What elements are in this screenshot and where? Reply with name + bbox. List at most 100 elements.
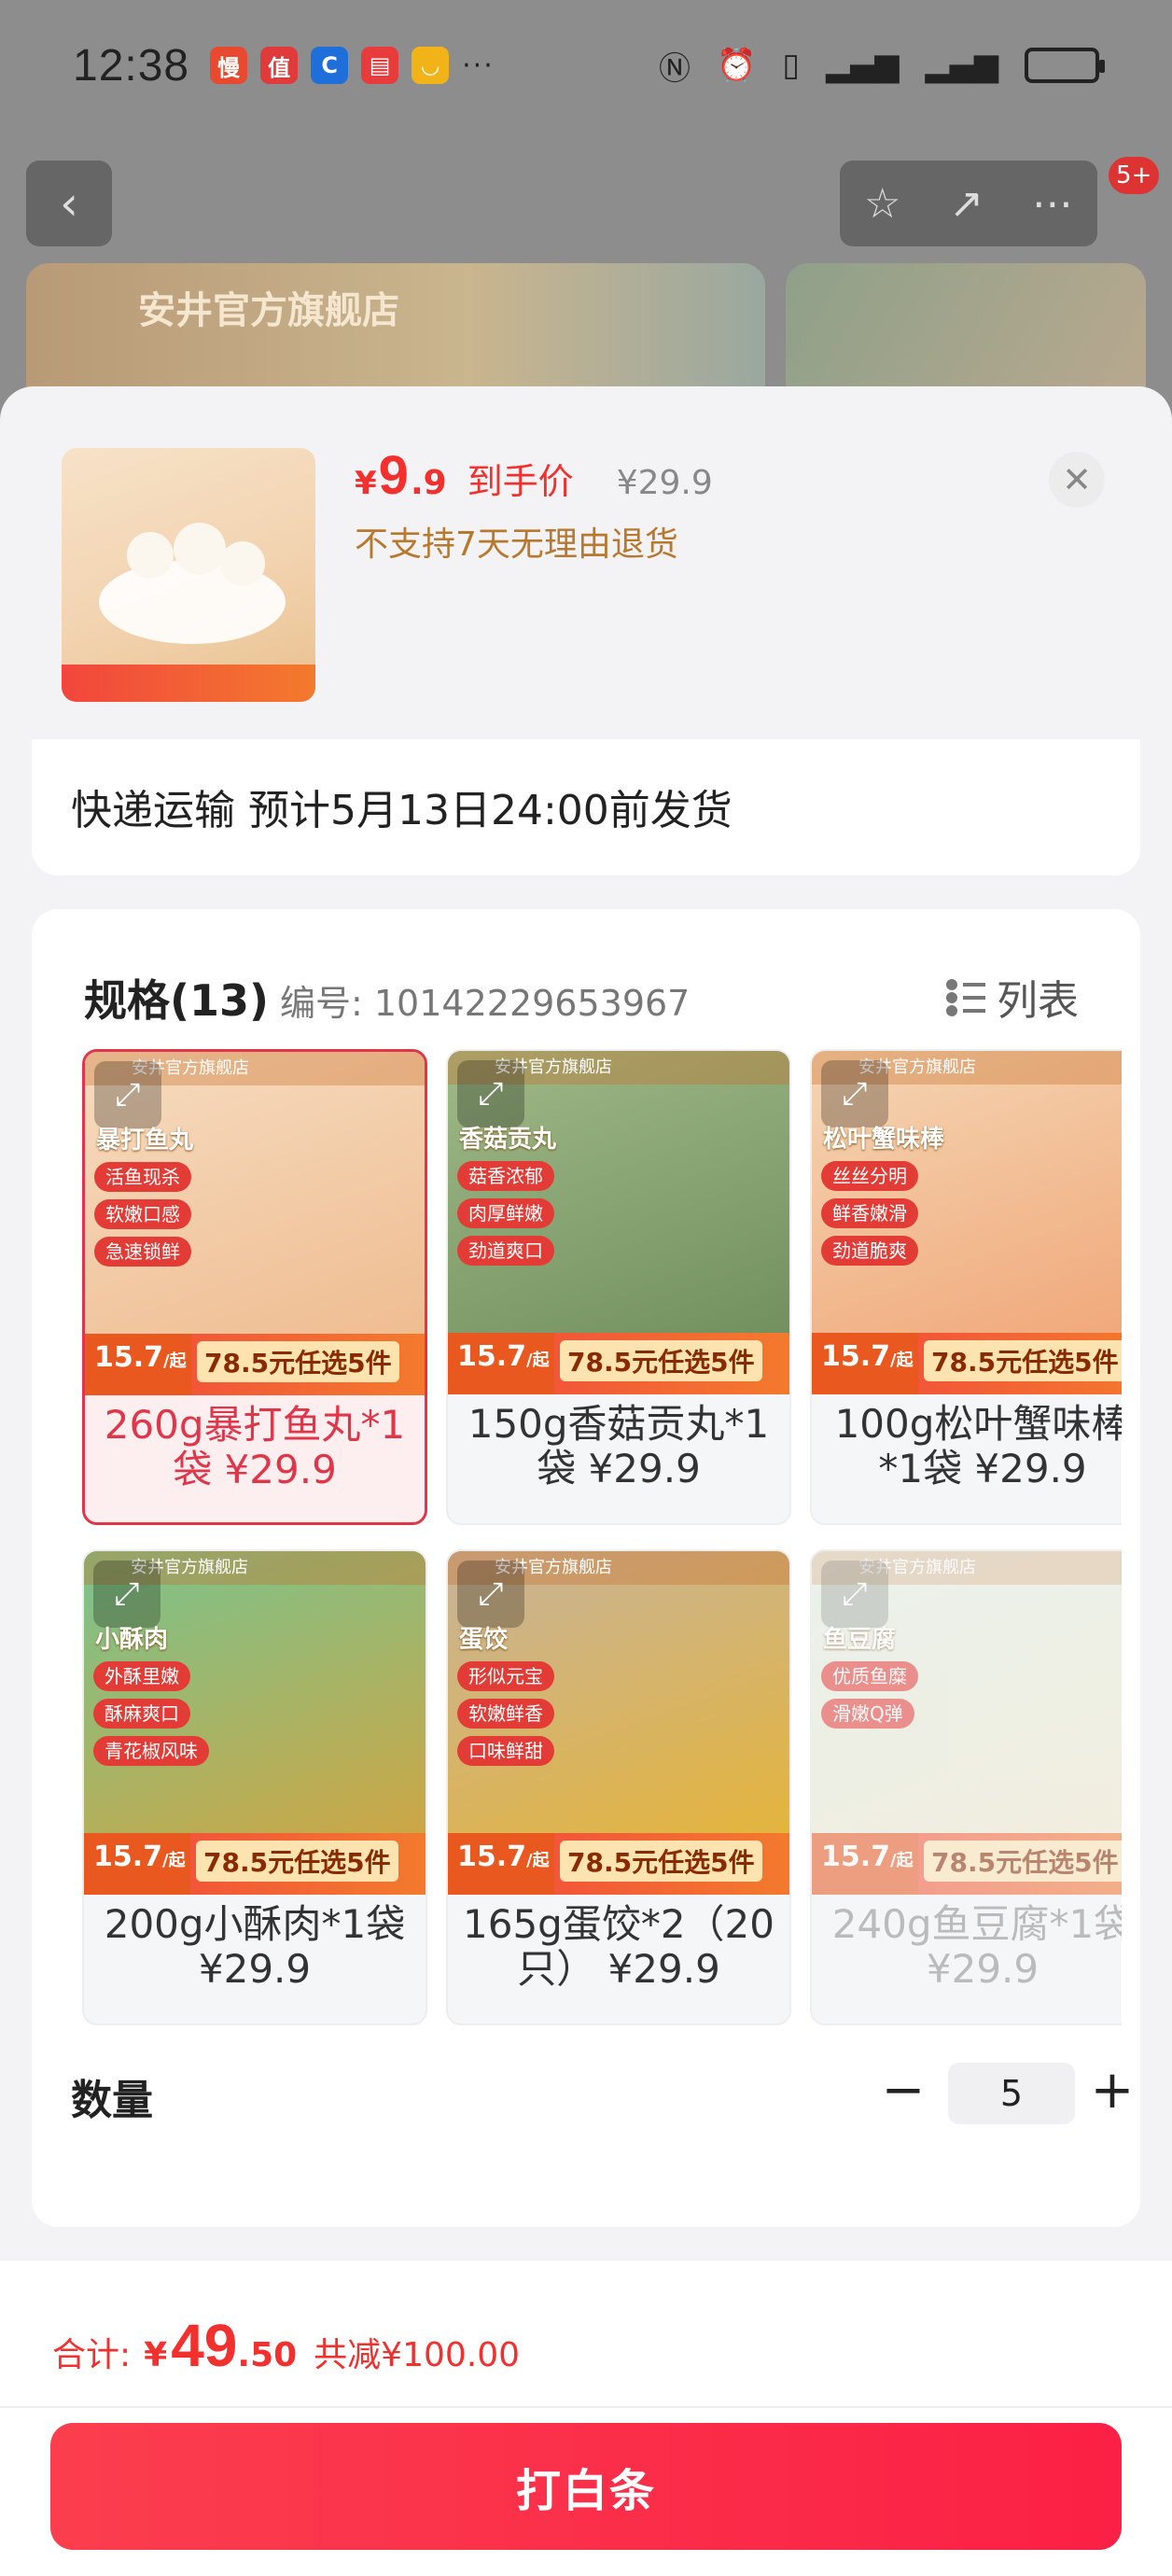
expand-icon[interactable]: ⤢ (94, 1061, 161, 1128)
total-integer: 49 (171, 2312, 238, 2379)
close-button[interactable]: ✕ (1049, 452, 1105, 508)
decrease-button[interactable]: − (875, 2057, 931, 2122)
expand-icon[interactable]: ⤢ (821, 1561, 888, 1628)
chevron-left-icon: ‹ (60, 176, 78, 231)
increase-button[interactable]: + (1084, 2057, 1140, 2122)
spec-tile-label: 260g暴打鱼丸*1袋 ¥29.9 (104, 1402, 406, 1492)
total-decimal: .50 (237, 2336, 298, 2374)
feature-badge: 劲道爽口 (457, 1236, 554, 1266)
app-icon-c: C (311, 47, 349, 84)
promo-bar: 15.7/起 78.5元任选5件 (448, 1333, 789, 1394)
promo-price-unit: /起 (526, 1351, 550, 1370)
product-code: 编号: 10142229653967 (280, 983, 691, 1024)
spec-tile[interactable]: 安井官方旗舰店 ⤢ 小酥肉 外酥里嫩 酥麻爽口 青花椒风味 15.7/起 78.5元任选5件 2… (82, 1549, 427, 2025)
expand-icon[interactable]: ⤢ (821, 1060, 888, 1127)
feature-badge: 肉厚鲜嫩 (457, 1198, 554, 1228)
feature-badge: 急速锁鲜 (94, 1237, 191, 1267)
price-currency: ¥ (355, 465, 377, 502)
signal-icon: ▂▄▆ (826, 47, 900, 84)
feature-badge: 丝丝分明 (821, 1161, 918, 1191)
product-thumbnail[interactable] (62, 448, 315, 702)
spec-tile-image: 安井官方旗舰店 ⤢ 小酥肉 外酥里嫩 酥麻爽口 青花椒风味 15.7/起 78.5元任选5件 (84, 1551, 426, 1895)
quantity-row: 数量 − 5 + (71, 2057, 1134, 2132)
spec-tile-label: 240g鱼豆腐*1袋 ¥29.9 (831, 1901, 1122, 1992)
spec-tile-label: 165g蛋饺*2（20只） ¥29.9 (463, 1901, 774, 1992)
list-view-label: 列表 (997, 977, 1079, 1025)
promo-text: 78.5元任选5件 (560, 1841, 762, 1882)
price-tag: 到手价 (467, 461, 574, 502)
promo-price-value: 15.7 (94, 1341, 164, 1374)
promo-price-value: 15.7 (821, 1340, 891, 1373)
status-time: 12:38 (73, 40, 190, 91)
total-row: 合计: ¥ 49 .50 共减¥100.00 (52, 2311, 520, 2380)
expand-icon[interactable]: ⤢ (457, 1060, 524, 1127)
quantity-label: 数量 (71, 2077, 153, 2124)
promo-price-value: 15.7 (821, 1841, 891, 1873)
promo-price-unit: /起 (890, 1851, 914, 1870)
expand-icon[interactable]: ⤢ (93, 1561, 160, 1628)
feature-badge: 形似元宝 (457, 1661, 554, 1691)
spec-tile-label: 100g松叶蟹味棒*1袋 ¥29.9 (834, 1401, 1122, 1491)
alarm-icon: ⏰ (717, 47, 757, 84)
app-icon-book: ▤ (361, 47, 399, 84)
return-policy-note: 不支持7天无理由退货 (355, 525, 678, 564)
spec-tile-product-name: 香菇贡丸 (459, 1126, 557, 1154)
sku-selector-sheet: ¥ 9 .9 到手价 ¥29.9 不支持7天无理由退货 ✕ 快递运输 预计5月1… (0, 386, 1172, 2576)
promo-text: 78.5元任选5件 (560, 1340, 762, 1381)
promo-bar: 15.7/起 78.5元任选5件 (812, 1833, 1122, 1895)
more-notifications-icon: ··· (462, 49, 495, 82)
promo-price-unit: /起 (526, 1851, 550, 1870)
spec-tile-image: 安井官方旗舰店 ⤢ 香菇贡丸 菇香浓郁 肉厚鲜嫩 劲道爽口 15.7/起 78.5元任选5件 (448, 1051, 789, 1394)
feature-badge: 外酥里嫩 (93, 1661, 190, 1691)
spec-tile[interactable]: 安井官方旗舰店 ⤢ 鱼豆腐 优质鱼糜 滑嫩Q弹 15.7/起 78.5元任选5件 240g鱼豆… (810, 1549, 1122, 2025)
star-icon[interactable]: ☆ (864, 180, 900, 228)
list-view-toggle[interactable]: 列表 (946, 967, 1079, 1027)
nfc-icon: Ⓝ (659, 49, 691, 88)
feature-badge: 鲜香嫩滑 (821, 1198, 918, 1228)
feature-badge: 滑嫩Q弹 (821, 1699, 914, 1729)
spec-card: 规格(13) 编号: 10142229653967 列表 安井官方旗舰店 ⤢ 暴打鱼… (32, 909, 1140, 2227)
promo-price: 15.7/起 (812, 1333, 918, 1394)
feature-badge: 软嫩鲜香 (457, 1699, 554, 1729)
spec-grid: 安井官方旗舰店 ⤢ 暴打鱼丸 活鱼现杀 软嫩口感 急速锁鲜 15.7/起 78.5元任选5件 2… (82, 1049, 1122, 2029)
promo-price: 15.7/起 (85, 1334, 191, 1395)
promo-price: 15.7/起 (84, 1833, 190, 1895)
message-badge: 5+ (1109, 157, 1160, 194)
vibrate-icon: ▯ (782, 47, 801, 84)
promo-bar: 15.7/起 78.5元任选5件 (85, 1334, 425, 1395)
original-price: ¥29.9 (616, 464, 713, 502)
spec-tile-image: 安井官方旗舰店 ⤢ 暴打鱼丸 活鱼现杀 软嫩口感 急速锁鲜 15.7/起 78.5元任选5件 (85, 1052, 425, 1395)
expand-icon[interactable]: ⤢ (457, 1561, 524, 1628)
spec-tile[interactable]: 安井官方旗舰店 ⤢ 蛋饺 形似元宝 软嫩鲜香 口味鲜甜 15.7/起 78.5元任选5件 165… (446, 1549, 791, 2025)
top-actions: ☆ ↗ ⋯ (840, 161, 1097, 246)
back-button[interactable]: ‹ (26, 161, 112, 246)
feature-badge: 酥麻爽口 (93, 1699, 190, 1729)
promo-text: 78.5元任选5件 (924, 1841, 1122, 1882)
pay-button[interactable]: 打白条 (50, 2423, 1122, 2550)
spec-tile-product-name: 暴打鱼丸 (96, 1127, 194, 1155)
promo-text: 78.5元任选5件 (196, 1841, 398, 1882)
quantity-input[interactable]: 5 (948, 2063, 1075, 2124)
spec-tile[interactable]: 安井官方旗舰店 ⤢ 松叶蟹味棒 丝丝分明 鲜香嫩滑 劲道脆爽 15.7/起 78.5元任选5件… (810, 1049, 1122, 1525)
promo-price-value: 15.7 (457, 1841, 527, 1873)
shipping-card: 快递运输 预计5月13日24:00前发货 (32, 739, 1140, 875)
promo-price-value: 15.7 (93, 1841, 163, 1873)
footer-divider (0, 2406, 1172, 2408)
share-icon[interactable]: ↗ (949, 180, 984, 228)
promo-price: 15.7/起 (448, 1833, 554, 1895)
close-icon: ✕ (1062, 459, 1092, 500)
promo-bar: 15.7/起 78.5元任选5件 (84, 1833, 426, 1895)
signal-icon-2: ▂▄▆ (925, 47, 998, 84)
more-icon[interactable]: ⋯ (1032, 180, 1073, 228)
feature-badge: 优质鱼糜 (821, 1661, 918, 1691)
price-integer: 9 (378, 445, 409, 506)
system-status-icons: Ⓝ ⏰ ▯ ▂▄▆ ▂▄▆ (659, 43, 1105, 89)
checkout-footer: 合计: ¥ 49 .50 共减¥100.00 打白条 (0, 2261, 1172, 2576)
spec-tile-label: 200g小酥肉*1袋 ¥29.9 (104, 1901, 406, 1992)
spec-tile-image: 安井官方旗舰店 ⤢ 蛋饺 形似元宝 软嫩鲜香 口味鲜甜 15.7/起 78.5元任选5件 (448, 1551, 789, 1895)
spec-tile-image: 安井官方旗舰店 ⤢ 松叶蟹味棒 丝丝分明 鲜香嫩滑 劲道脆爽 15.7/起 78.5元任选5件 (812, 1051, 1122, 1394)
feature-badge: 菇香浓郁 (457, 1161, 554, 1191)
spec-tile[interactable]: 安井官方旗舰店 ⤢ 暴打鱼丸 活鱼现杀 软嫩口感 急速锁鲜 15.7/起 78.5元任选5件 2… (82, 1049, 427, 1525)
spec-tile[interactable]: 安井官方旗舰店 ⤢ 香菇贡丸 菇香浓郁 肉厚鲜嫩 劲道爽口 15.7/起 78.5元任选5件 1… (446, 1049, 791, 1525)
promo-price-unit: /起 (890, 1351, 914, 1370)
